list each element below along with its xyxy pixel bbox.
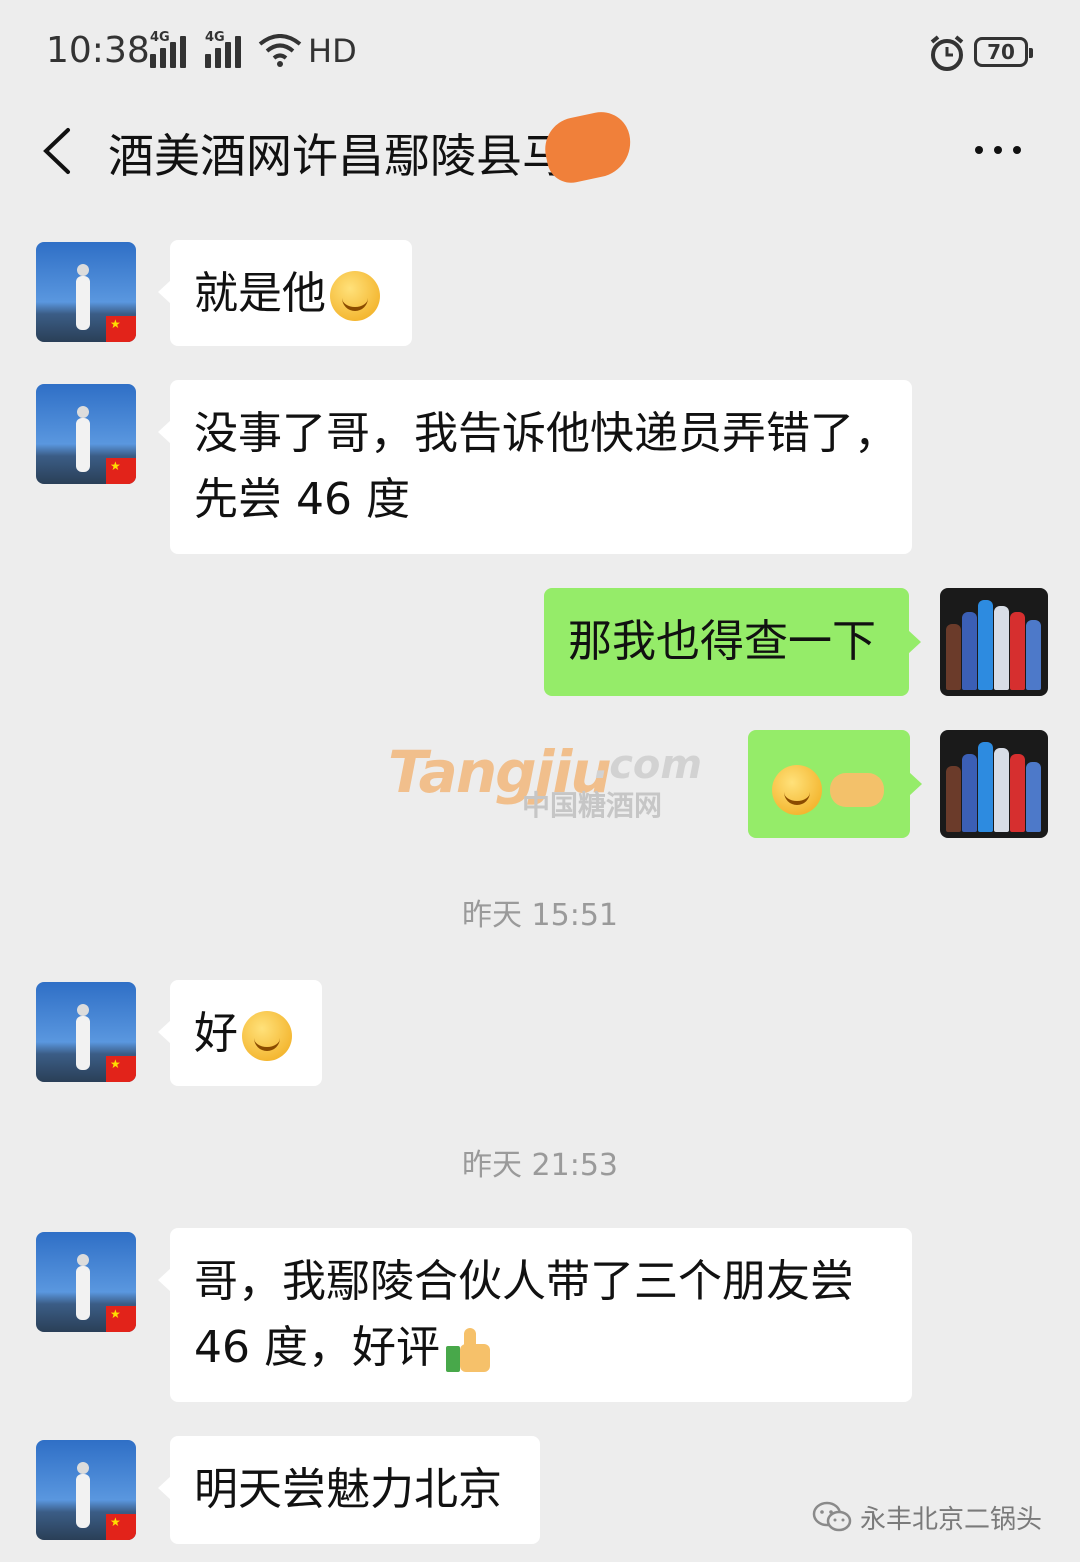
- message-bubble[interactable]: 哥，我鄢陵合伙人带了三个朋友尝 46 度，好评: [158, 1228, 912, 1402]
- watermark: Tangjiu .com 中国糖酒网: [388, 738, 703, 822]
- alarm-icon: [930, 35, 964, 71]
- handshake-emoji-icon: [830, 773, 884, 807]
- self-avatar[interactable]: [940, 588, 1048, 696]
- more-options-icon[interactable]: [975, 140, 1031, 160]
- message-bubble[interactable]: 好: [158, 980, 322, 1086]
- timestamp: 昨天 21:53: [462, 1148, 618, 1183]
- contact-avatar[interactable]: [36, 384, 136, 484]
- message-bubble[interactable]: 明天尝魅力北京: [158, 1436, 540, 1544]
- hd-indicator: HD: [308, 32, 357, 70]
- back-icon[interactable]: [38, 124, 78, 178]
- contact-avatar[interactable]: [36, 1440, 136, 1540]
- message-bubble[interactable]: 没事了哥，我告诉他快递员弄错了， 先尝 46 度: [158, 380, 912, 554]
- self-avatar[interactable]: [940, 730, 1048, 838]
- timestamp: 昨天 15:51: [462, 898, 618, 933]
- battery-indicator: 70: [974, 37, 1033, 67]
- signal-icon-2: 4G: [205, 30, 241, 68]
- status-time: 10:38: [46, 30, 150, 71]
- message-bubble-self[interactable]: 那我也得查一下: [544, 588, 921, 696]
- status-bar: 10:38 4G 4G HD 70: [0, 0, 1080, 100]
- chat-header: 酒美酒网许昌鄢陵县马: [0, 100, 1080, 200]
- wechat-icon: [812, 1501, 852, 1532]
- message-bubble[interactable]: 就是他: [158, 240, 412, 346]
- contact-avatar[interactable]: [36, 1232, 136, 1332]
- message-bubble-self[interactable]: [748, 730, 922, 838]
- thinking-emoji-icon: [242, 1011, 292, 1061]
- thinking-emoji-icon: [330, 271, 380, 321]
- redaction-mark: [539, 106, 637, 188]
- account-watermark: 永丰北京二锅头: [812, 1497, 1042, 1537]
- chat-title: 酒美酒网许昌鄢陵县马: [108, 129, 568, 183]
- smile-emoji-icon: [772, 765, 822, 815]
- contact-avatar[interactable]: [36, 982, 136, 1082]
- wifi-icon: [258, 34, 302, 67]
- thumbs-up-emoji-icon: [444, 1326, 492, 1374]
- contact-avatar[interactable]: [36, 242, 136, 342]
- signal-icon: 4G: [150, 30, 186, 68]
